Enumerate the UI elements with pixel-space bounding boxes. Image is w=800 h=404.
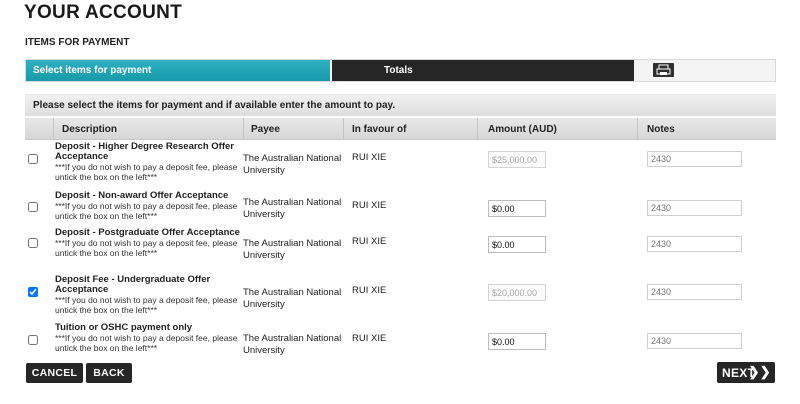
step-select-items[interactable]: Select items for payment bbox=[26, 60, 330, 81]
table-row: Deposit - Non-award Offer Acceptance ***… bbox=[25, 189, 776, 229]
table-row: Deposit Fee - Undergraduate Offer Accept… bbox=[25, 274, 776, 322]
item-note: ***If you do not wish to pay a deposit f… bbox=[55, 162, 238, 182]
item-note: ***If you do not wish to pay a deposit f… bbox=[55, 238, 238, 258]
header-amount: Amount (AUD) bbox=[488, 124, 557, 135]
item-in-favour-of: RUI XIE bbox=[352, 200, 387, 211]
header-notes: Notes bbox=[647, 124, 675, 135]
item-in-favour-of: RUI XIE bbox=[352, 152, 387, 163]
header-description: Description bbox=[62, 124, 118, 135]
printer-icon bbox=[656, 64, 671, 75]
item-in-favour-of: RUI XIE bbox=[352, 285, 387, 296]
notes-input[interactable] bbox=[647, 284, 742, 300]
table-header: Description Payee In favour of Amount (A… bbox=[25, 118, 776, 140]
header-in-favour-of: In favour of bbox=[352, 124, 407, 135]
item-title: Tuition or OSHC payment only bbox=[55, 322, 193, 333]
item-title: Deposit Fee - Undergraduate Offer Accept… bbox=[55, 274, 211, 295]
next-button[interactable]: NEXT ❯❯ bbox=[717, 362, 775, 383]
table-row: Tuition or OSHC payment only ***If you d… bbox=[25, 323, 776, 359]
item-description: Deposit - Postgraduate Offer Acceptance … bbox=[55, 227, 245, 259]
table-row: Deposit - Higher Degree Research Offer A… bbox=[25, 142, 776, 188]
row-select-checkbox[interactable] bbox=[28, 287, 38, 297]
back-button[interactable]: BACK bbox=[86, 363, 132, 383]
step-bar: Select items for payment Totals bbox=[25, 59, 776, 82]
item-title: Deposit - Non-award Offer Acceptance bbox=[55, 190, 229, 201]
double-chevron-right-icon: ❯❯ bbox=[748, 364, 771, 379]
item-description: Tuition or OSHC payment only ***If you d… bbox=[55, 322, 245, 354]
item-payee: The Australian National University bbox=[243, 238, 342, 261]
header-payee: Payee bbox=[251, 124, 280, 135]
amount-input[interactable] bbox=[488, 333, 546, 350]
item-payee: The Australian National University bbox=[243, 197, 342, 220]
page-title: YOUR ACCOUNT bbox=[24, 2, 183, 23]
amount-input[interactable] bbox=[488, 236, 546, 253]
item-in-favour-of: RUI XIE bbox=[352, 333, 387, 344]
instruction-bar: Please select the items for payment and … bbox=[25, 94, 776, 116]
item-payee: The Australian National University bbox=[243, 333, 342, 356]
amount-input[interactable] bbox=[488, 284, 546, 301]
item-note: ***If you do not wish to pay a deposit f… bbox=[55, 201, 238, 221]
amount-input[interactable] bbox=[488, 200, 546, 217]
row-select-checkbox[interactable] bbox=[28, 238, 38, 248]
notes-input[interactable] bbox=[647, 151, 742, 167]
cancel-button[interactable]: CANCEL bbox=[26, 363, 83, 383]
item-payee: The Australian National University bbox=[243, 153, 342, 176]
item-note: ***If you do not wish to pay a deposit f… bbox=[55, 333, 238, 353]
item-in-favour-of: RUI XIE bbox=[352, 236, 387, 247]
item-description: Deposit Fee - Undergraduate Offer Accept… bbox=[55, 274, 245, 316]
step-totals[interactable]: Totals bbox=[332, 60, 634, 81]
notes-input[interactable] bbox=[647, 200, 742, 216]
item-title: Deposit - Postgraduate Offer Acceptance bbox=[55, 227, 240, 238]
item-payee: The Australian National University bbox=[243, 287, 342, 310]
notes-input[interactable] bbox=[647, 236, 742, 252]
print-button[interactable] bbox=[653, 63, 674, 77]
amount-input[interactable] bbox=[488, 151, 546, 168]
notes-input[interactable] bbox=[647, 333, 742, 349]
item-description: Deposit - Non-award Offer Acceptance ***… bbox=[55, 190, 245, 222]
row-select-checkbox[interactable] bbox=[28, 335, 38, 345]
item-description: Deposit - Higher Degree Research Offer A… bbox=[55, 141, 245, 183]
section-title: ITEMS FOR PAYMENT bbox=[25, 37, 130, 48]
row-select-checkbox[interactable] bbox=[28, 202, 38, 212]
table-row: Deposit - Postgraduate Offer Acceptance … bbox=[25, 227, 776, 273]
item-note: ***If you do not wish to pay a deposit f… bbox=[55, 295, 238, 315]
item-title: Deposit - Higher Degree Research Offer A… bbox=[55, 141, 234, 162]
row-select-checkbox[interactable] bbox=[28, 154, 38, 164]
